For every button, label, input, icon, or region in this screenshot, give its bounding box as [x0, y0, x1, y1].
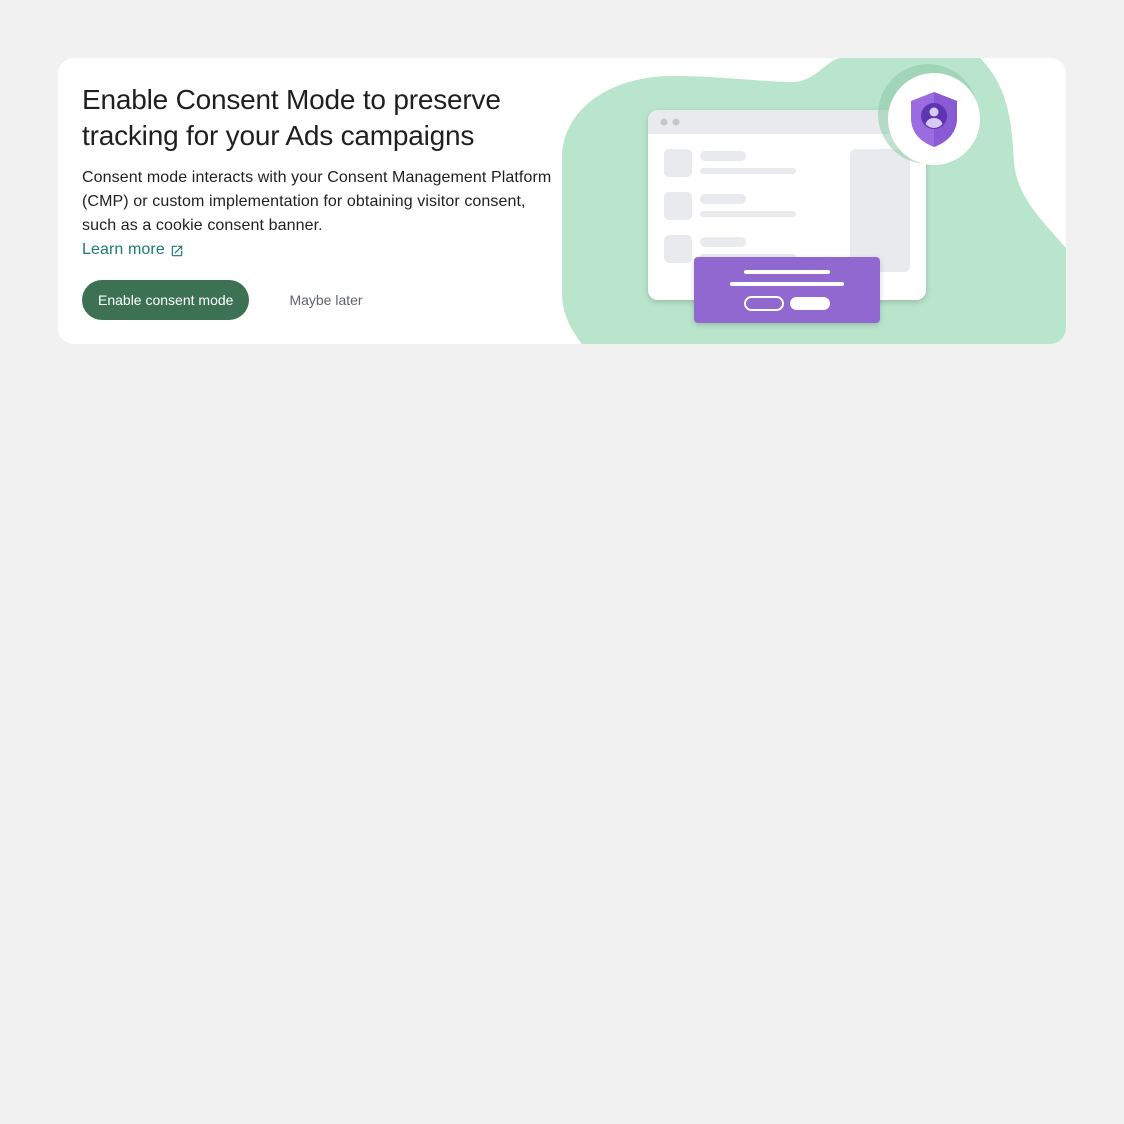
- banner-actions: Enable consent mode Maybe later: [82, 280, 379, 320]
- consent-illustration: [562, 58, 1066, 344]
- open-in-new-icon: [171, 245, 183, 257]
- enable-consent-mode-button[interactable]: Enable consent mode: [82, 280, 250, 320]
- learn-more-link[interactable]: Learn more: [82, 238, 184, 262]
- learn-more-label: Learn more: [82, 241, 165, 258]
- cookie-consent-banner-graphic: [694, 257, 880, 323]
- banner-description: Consent mode interacts with your Consent…: [82, 166, 552, 262]
- banner-title: Enable Consent Mode to preserve tracking…: [82, 84, 501, 151]
- maybe-later-button[interactable]: Maybe later: [273, 280, 378, 320]
- banner-content: Enable Consent Mode to preserve tracking…: [82, 82, 552, 262]
- banner-description-text: Consent mode interacts with your Consent…: [82, 169, 552, 234]
- consent-mode-banner: Enable Consent Mode to preserve tracking…: [58, 58, 1066, 344]
